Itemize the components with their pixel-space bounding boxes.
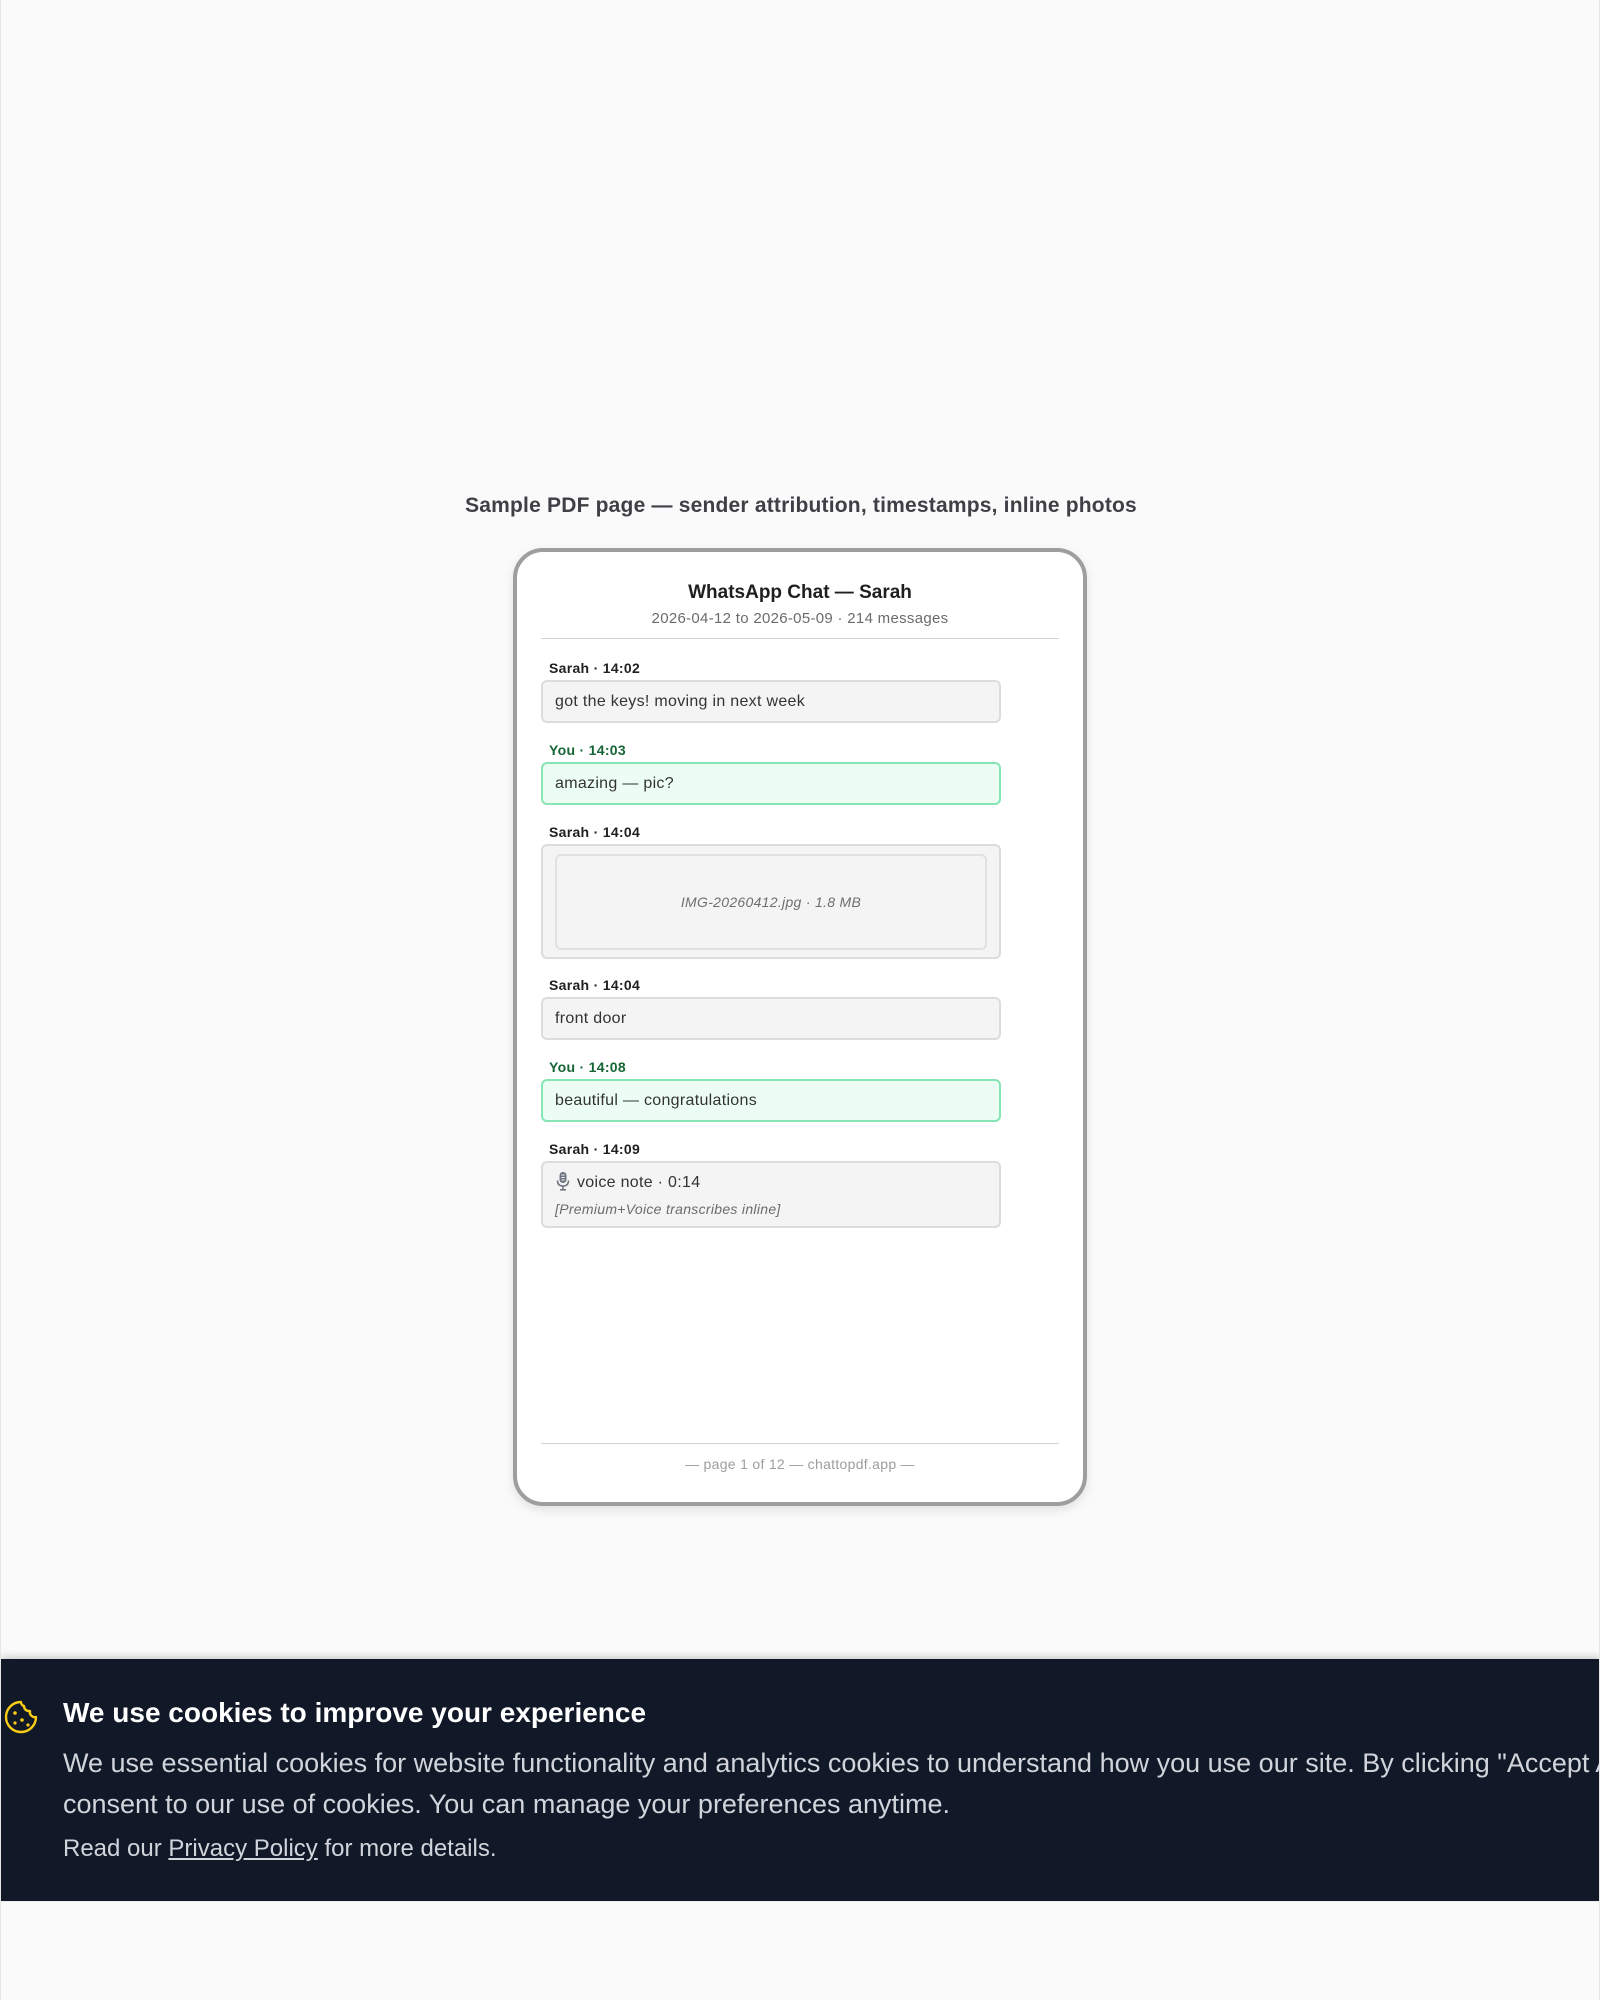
cookie-policy-text: Read our Privacy Policy for more details… [63, 1835, 497, 1862]
message-sender-time: You · 14:03 [549, 742, 626, 758]
sample-caption: Sample PDF page — sender attribution, ti… [465, 494, 1137, 517]
message-sender-time: You · 14:08 [549, 1059, 626, 1075]
voice-message-bubble: voice note · 0:14 [Premium+Voice transcr… [541, 1161, 1001, 1228]
message-list: Sarah · 14:02 got the keys! moving in ne… [541, 659, 1001, 1228]
message-sender-time: Sarah · 14:09 [549, 1141, 641, 1157]
microphone-icon [556, 1172, 570, 1191]
message-bubble: got the keys! moving in next week [541, 680, 1001, 723]
page-bottom-strip [1, 1901, 1599, 2000]
cookie-banner: We use cookies to improve your experienc… [1, 1659, 1600, 1901]
message-sender-time: Sarah · 14:04 [549, 824, 641, 840]
privacy-policy-link[interactable]: Privacy Policy [168, 1835, 317, 1862]
message-bubble-you: beautiful — congratulations [541, 1079, 1001, 1122]
photo-attachment: IMG-20260412.jpg · 1.8 MB [555, 854, 987, 950]
page-viewport: Sample PDF page — sender attribution, ti… [0, 0, 1600, 2000]
cookie-title: We use cookies to improve your experienc… [63, 1697, 647, 1728]
message-bubble-you: amazing — pic? [541, 762, 1001, 805]
message-sender-time: Sarah · 14:04 [549, 977, 641, 993]
cookie-icon [4, 1700, 38, 1734]
pdf-footer: — page 1 of 12 — chattopdf.app — [541, 1443, 1059, 1502]
voice-note-label: voice note · 0:14 [577, 1174, 701, 1191]
message-sender-time: Sarah · 14:02 [549, 660, 641, 676]
voice-transcription-note: [Premium+Voice transcribes inline] [555, 1201, 781, 1217]
pdf-subtitle: 2026-04-12 to 2026-05-09 · 214 messages [651, 610, 949, 627]
pdf-page-preview: WhatsApp Chat — Sarah 2026-04-12 to 2026… [513, 548, 1087, 1506]
pdf-title: WhatsApp Chat — Sarah [688, 582, 912, 603]
message-bubble: front door [541, 997, 1001, 1040]
cookie-body-text: We use essential cookies for website fun… [63, 1748, 1600, 1819]
pdf-header: WhatsApp Chat — Sarah 2026-04-12 to 2026… [541, 552, 1059, 639]
photo-message-bubble: IMG-20260412.jpg · 1.8 MB [541, 844, 1001, 959]
